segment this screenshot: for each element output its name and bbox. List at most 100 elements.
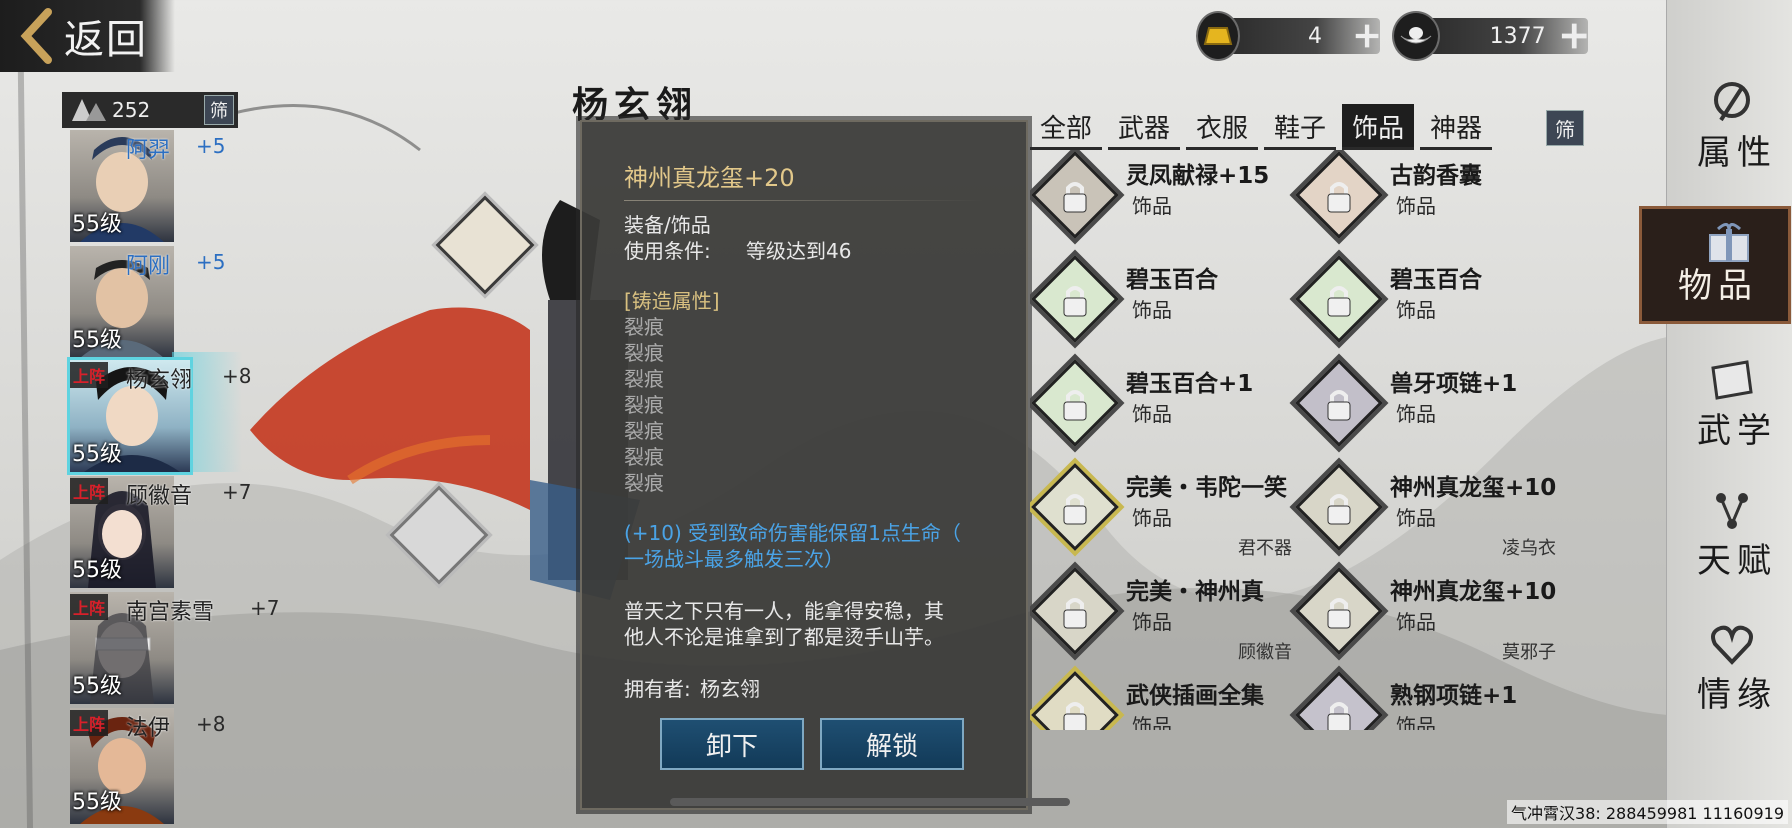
hero-bonus: +5 [196, 250, 226, 274]
inventory-item[interactable]: 灵凤献禄+15 饰品 [1030, 150, 1300, 250]
tooltip-title: 神州真龙玺+20 [624, 164, 795, 192]
deploy-badge: 上阵 [70, 362, 109, 388]
hero-level: 55级 [72, 674, 122, 699]
roster-filter-button[interactable]: 筛 [204, 95, 234, 125]
hero-name: 阿刚 [126, 254, 171, 279]
inventory-item[interactable]: 完美・韦陀一笑 饰品 君不器 [1030, 462, 1300, 562]
hero-bonus: +5 [196, 134, 226, 158]
unlock-button[interactable]: 解锁 [820, 718, 964, 770]
inventory-item[interactable]: 碧玉百合+1 饰品 [1030, 358, 1300, 458]
hero-level: 55级 [72, 558, 122, 583]
item-name: 完美・韦陀一笑 [1126, 475, 1287, 501]
item-category: 饰品 [1396, 506, 1436, 530]
tab-clothes[interactable]: 衣服 [1186, 104, 1259, 150]
item-owner: 莫邪子 [1502, 642, 1556, 663]
gold-amount: 4 [1307, 23, 1322, 49]
item-category: 饰品 [1396, 298, 1436, 322]
tab-weapon[interactable]: 武器 [1108, 104, 1181, 150]
hero-card-selected[interactable]: 上阵 杨玄翎 +8 55级 [62, 360, 251, 472]
hero-level: 55级 [72, 212, 122, 237]
inventory-item[interactable]: 神州真龙玺+10 饰品 凌乌衣 [1294, 462, 1564, 562]
item-name: 古韵香囊 [1390, 163, 1482, 189]
item-name: 熟钢项链+1 [1390, 683, 1518, 709]
inventory-item[interactable]: 古韵香囊 饰品 [1294, 150, 1564, 250]
inventory-filter-button[interactable]: 筛 [1546, 110, 1584, 146]
lock-icon [1063, 702, 1087, 730]
nav-label: 物品 [1678, 266, 1758, 306]
deploy-badge: 上阵 [70, 478, 109, 504]
nav-items[interactable]: 物品 [1639, 206, 1791, 324]
tab-accessory[interactable]: 饰品 [1342, 104, 1415, 150]
inventory-item[interactable]: 熟钢项链+1 饰品 [1294, 670, 1564, 730]
hero-name: 南宫素雪 [126, 600, 215, 625]
hero-count-icon [72, 99, 106, 121]
item-name: 碧玉百合 [1126, 267, 1218, 293]
tab-shoes[interactable]: 鞋子 [1264, 104, 1337, 150]
item-category: 饰品 [1132, 506, 1172, 530]
tab-all[interactable]: 全部 [1030, 104, 1103, 150]
heart-icon [1711, 625, 1753, 665]
add-silver-icon[interactable] [1560, 21, 1588, 51]
inventory-item[interactable]: 碧玉百合 饰品 [1294, 254, 1564, 354]
inventory-item[interactable]: 碧玉百合 饰品 [1030, 254, 1300, 354]
add-gold-icon[interactable] [1354, 21, 1380, 51]
nav-talents[interactable]: 天赋 [1667, 478, 1792, 596]
lock-icon [1327, 702, 1351, 730]
item-category: 饰品 [1396, 610, 1436, 634]
back-label: 返回 [64, 17, 148, 63]
lock-icon [1063, 598, 1087, 629]
inventory-item[interactable]: 完美・神州真 饰品 顾徽音 [1030, 566, 1300, 666]
lock-icon [1063, 286, 1087, 317]
owner-name: 杨玄翎 [700, 677, 760, 701]
hero-level: 55级 [72, 790, 122, 815]
lock-icon [1063, 182, 1087, 213]
tooltip-req-label: 使用条件: [624, 239, 711, 263]
nav-martial-arts[interactable]: 武学 [1667, 348, 1792, 466]
hero-card[interactable]: 上阵 顾徽音 +7 55级 [62, 476, 251, 588]
forge-line: 裂痕 [624, 419, 664, 443]
player-id-footer: 气冲霄汉38: 288459981 11160919 [1507, 800, 1788, 824]
back-button[interactable]: 返回 [0, 0, 175, 72]
hero-card[interactable]: 阿羿 +5 55级 [62, 130, 225, 242]
forge-line: 裂痕 [624, 367, 664, 391]
forge-line: 裂痕 [624, 445, 664, 469]
hero-name: 杨玄翎 [126, 368, 193, 393]
tooltip-req-value: 等级达到46 [746, 239, 852, 263]
forge-header: [铸造属性] [624, 289, 720, 313]
hero-name: 法伊 [126, 716, 171, 741]
tab-artifact[interactable]: 神器 [1420, 104, 1493, 150]
item-owner: 顾徽音 [1238, 642, 1292, 663]
item-category: 饰品 [1396, 714, 1436, 730]
hero-card[interactable]: 阿刚 +5 55级 [62, 246, 225, 358]
gold-ingot-icon [1196, 11, 1241, 61]
inventory-item[interactable]: 兽牙项链+1 饰品 [1294, 358, 1564, 458]
talent-tree-icon [1716, 493, 1748, 529]
hero-level: 55级 [72, 442, 122, 467]
item-name: 神州真龙玺+10 [1390, 579, 1557, 605]
item-owner: 君不器 [1238, 538, 1292, 559]
description-text: 他人不论是谁拿到了都是烫手山芋。 [624, 625, 944, 649]
inventory-item[interactable]: 神州真龙玺+10 饰品 莫邪子 [1294, 566, 1564, 666]
unequip-button[interactable]: 卸下 [660, 718, 804, 770]
inventory-item[interactable]: 武侠插画全集 饰品 [1030, 670, 1300, 730]
owner-label: 拥有者: [624, 677, 691, 701]
item-name: 碧玉百合+1 [1126, 371, 1254, 397]
lock-icon [1327, 598, 1351, 629]
item-name: 武侠插画全集 [1126, 683, 1264, 709]
nav-attributes[interactable]: 属性 [1667, 70, 1792, 188]
horizontal-scrollbar[interactable] [670, 798, 1070, 806]
silver-ingot-icon [1392, 11, 1440, 61]
inventory-grid: 灵凤献禄+15 饰品 古韵香囊 饰品 碧玉百合 饰品 碧玉百合 饰品 碧玉百合+… [1030, 150, 1590, 730]
forge-line: 裂痕 [624, 315, 664, 339]
hero-card[interactable]: 上阵 南宫素雪 +7 55级 [62, 592, 279, 704]
nav-relationships[interactable]: 情缘 [1667, 612, 1792, 730]
item-category: 饰品 [1132, 194, 1172, 218]
item-owner: 凌乌衣 [1502, 538, 1556, 559]
hero-bonus: +8 [196, 712, 226, 736]
hero-card[interactable]: 上阵 法伊 +8 55级 [62, 708, 225, 824]
tooltip-divider [624, 200, 984, 201]
item-category: 饰品 [1132, 610, 1172, 634]
item-name: 碧玉百合 [1390, 267, 1482, 293]
roster-header: 252 筛 [62, 92, 238, 128]
lock-icon [1063, 494, 1087, 525]
